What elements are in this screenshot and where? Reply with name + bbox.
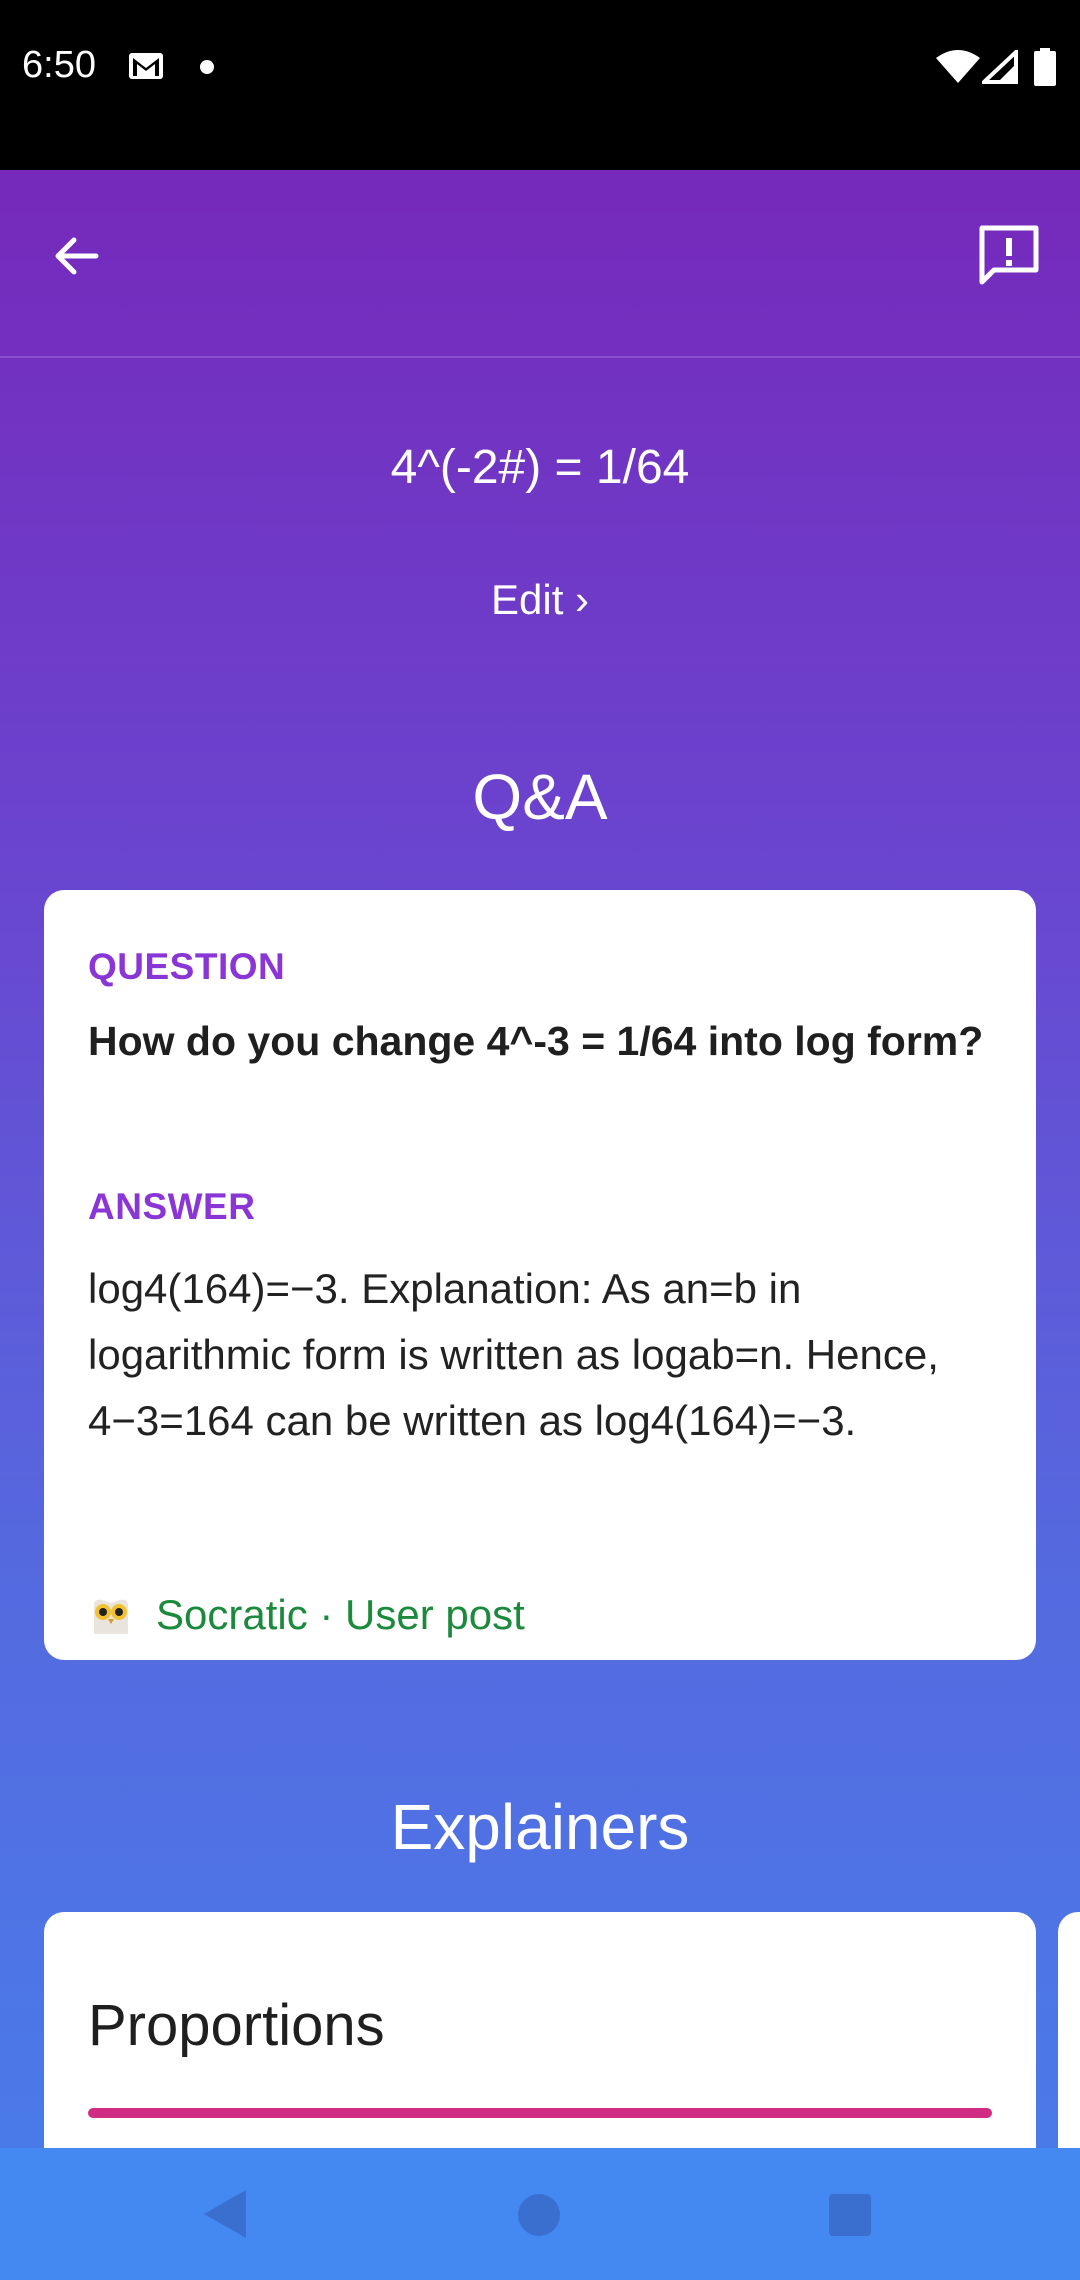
explainer-card-title: Proportions [88, 1993, 385, 2058]
answer-text: log4(164)=−3. Explanation: As an=b in lo… [88, 1265, 939, 1444]
question-text: How do you change 4^-3 = 1/64 into log f… [88, 1018, 984, 1064]
battery-icon [1034, 48, 1056, 86]
edit-link[interactable]: Edit › [0, 576, 1080, 624]
nav-back-icon[interactable] [202, 2188, 248, 2240]
dot-icon [200, 60, 214, 74]
explainer-card-accent-bar [88, 2108, 992, 2118]
explainers-section-title: Explainers [390, 1791, 690, 1863]
system-nav-bar [0, 2148, 1080, 2280]
app-bar [0, 170, 1080, 358]
back-arrow-icon[interactable] [40, 220, 112, 292]
question-label: QUESTION [88, 946, 286, 987]
equation-text: 4^(-2#) = 1/64 [390, 441, 690, 494]
qa-card[interactable]: QUESTION How do you change 4^-3 = 1/64 i… [44, 890, 1036, 1660]
explainer-card-next[interactable] [1058, 1912, 1080, 2148]
nav-home-icon[interactable] [518, 2194, 560, 2236]
status-bar: 6:50 [0, 0, 1080, 170]
feedback-icon[interactable] [970, 216, 1046, 292]
source-attribution[interactable]: Socratic · User post [88, 1590, 525, 1640]
source-text: Socratic · User post [156, 1591, 525, 1638]
nav-recents-icon[interactable] [829, 2194, 871, 2236]
main-content: 4^(-2#) = 1/64 Edit › Q&A QUESTION How d… [0, 170, 1080, 2148]
answer-label: ANSWER [88, 1186, 256, 1227]
gmail-icon [129, 53, 163, 79]
explainer-card[interactable]: Proportions [44, 1912, 1036, 2148]
status-time: 6:50 [22, 44, 96, 86]
qa-section-title: Q&A [472, 761, 608, 833]
owl-icon [94, 1599, 128, 1634]
signal-icon [982, 50, 1018, 84]
wifi-icon [936, 50, 980, 83]
